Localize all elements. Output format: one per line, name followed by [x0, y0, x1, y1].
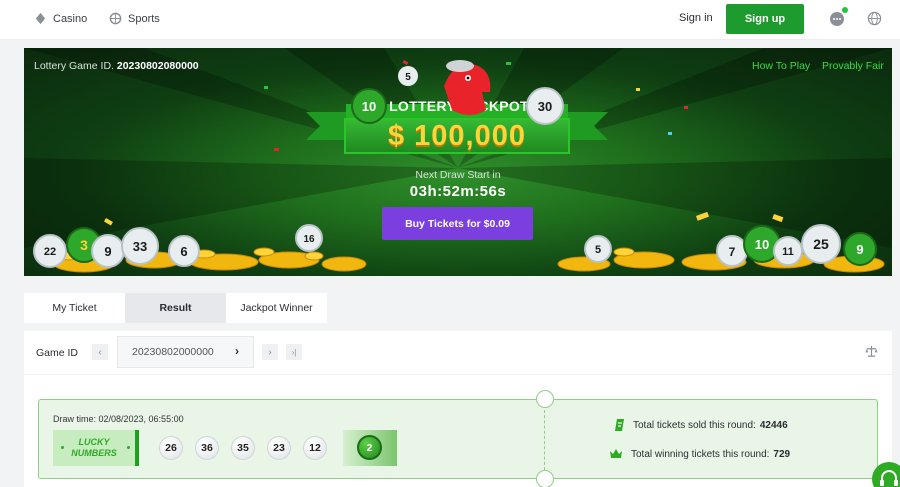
balance-scale-icon[interactable] [865, 345, 878, 358]
panel-divider [24, 374, 892, 375]
svg-text:16: 16 [303, 234, 315, 245]
signup-button[interactable]: Sign up [726, 4, 804, 34]
last-game-button[interactable]: ›| [286, 344, 302, 360]
ticket-icon [615, 419, 624, 431]
svg-text:10: 10 [755, 237, 769, 252]
top-nav: Casino Sports Sign in Sign up [0, 0, 900, 40]
prev-game-button[interactable]: ‹ [92, 344, 108, 360]
sports-icon [109, 12, 122, 25]
dragon-mascot-icon [444, 60, 491, 115]
game-id-field[interactable]: 20230802000000 [117, 336, 254, 368]
svg-text:9: 9 [856, 242, 863, 257]
svg-text:9: 9 [104, 244, 111, 259]
nav-casino[interactable]: Casino [34, 12, 87, 25]
support-headset-icon[interactable] [872, 462, 900, 487]
lucky-numbers-label: LUCKY NUMBERS [53, 430, 139, 466]
casino-icon [35, 12, 46, 25]
svg-text:10: 10 [362, 99, 376, 114]
next-game-button[interactable]: › [262, 344, 278, 360]
signin-button[interactable]: Sign in [679, 12, 713, 24]
notification-dot [842, 7, 848, 13]
winning-number-ball: 12 [303, 436, 327, 460]
next-game-chevron-icon[interactable]: › [235, 344, 239, 358]
draw-result-ticket: Draw time: 02/08/2023, 06:55:00 LUCKY NU… [38, 390, 878, 487]
result-tabs: My Ticket Result Jackpot Winner [24, 293, 327, 323]
ticket-notch-bottom [536, 470, 554, 487]
winning-number-ball: 23 [267, 436, 291, 460]
tickets-sold-stat: Total tickets sold this round: 42446 [633, 420, 788, 431]
bonus-number-ball: 2 [357, 435, 382, 460]
svg-text:7: 7 [729, 245, 736, 259]
winning-number-ball: 26 [159, 436, 183, 460]
jackpot-banner: Lottery Game ID. 20230802080000 How To P… [24, 48, 892, 276]
game-id-label: Game ID [36, 347, 79, 359]
crown-icon [610, 449, 622, 458]
winning-number-ball: 35 [231, 436, 255, 460]
language-globe-icon[interactable] [867, 11, 882, 26]
svg-text:25: 25 [813, 236, 829, 252]
nav-casino-label: Casino [53, 12, 88, 25]
tab-result[interactable]: Result [125, 293, 226, 323]
svg-text:22: 22 [44, 246, 56, 258]
nav-sports-label: Sports [128, 12, 160, 25]
banner-decoration: 10 30 5 22 3 9 33 6 16 5 7 10 11 25 9 [33, 60, 885, 273]
svg-text:33: 33 [133, 239, 147, 254]
svg-text:5: 5 [405, 72, 411, 83]
ticket-notch-top [536, 390, 554, 408]
svg-text:5: 5 [595, 244, 601, 256]
ticket-dashed-divider [544, 410, 545, 470]
winning-tickets-stat: Total winning tickets this round: 729 [631, 449, 791, 460]
svg-text:6: 6 [180, 244, 187, 259]
nav-sports[interactable]: Sports [109, 12, 160, 25]
draw-time: Draw time: 02/08/2023, 06:55:00 [53, 414, 184, 424]
tab-jackpot-winner[interactable]: Jackpot Winner [226, 293, 327, 323]
winning-number-ball: 36 [195, 436, 219, 460]
svg-text:3: 3 [80, 237, 88, 253]
chat-icon[interactable] [829, 11, 845, 27]
lucky-dot [61, 446, 64, 449]
tab-my-ticket[interactable]: My Ticket [24, 293, 125, 323]
svg-text:30: 30 [538, 99, 552, 114]
lucky-dot [127, 446, 130, 449]
result-panel: Game ID ‹ 20230802000000 › › ›| Draw tim… [24, 331, 892, 487]
svg-text:11: 11 [782, 246, 794, 258]
